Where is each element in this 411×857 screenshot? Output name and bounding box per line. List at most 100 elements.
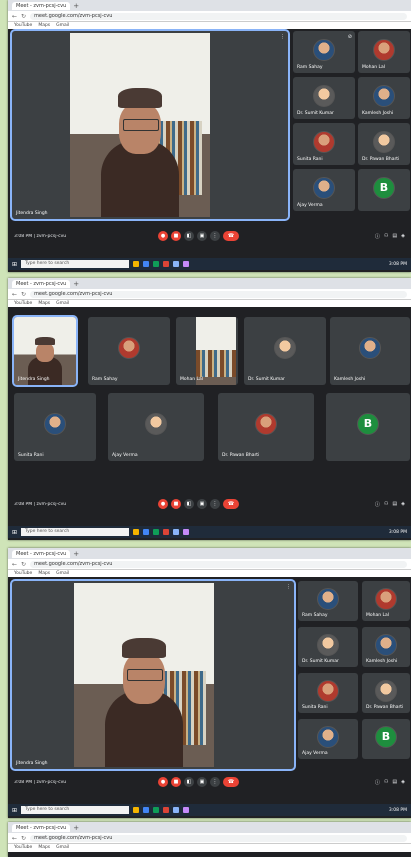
taskbar-search[interactable]: Type here to search <box>21 260 130 268</box>
activities-icon[interactable]: ◈ <box>401 501 405 508</box>
participant-tile[interactable]: Dr. Pawan Bharti <box>358 123 410 165</box>
url-field[interactable]: meet.google.com/zvm-pcsj-cvu <box>30 12 407 20</box>
participant-tile[interactable]: B <box>362 719 410 759</box>
bookmark-youtube[interactable]: YouTube <box>14 844 32 852</box>
chat-icon[interactable]: ▤ <box>392 501 397 508</box>
pin-icon[interactable]: ⋮ <box>280 34 285 40</box>
windows-icon[interactable]: ⊞ <box>12 807 17 814</box>
windows-icon[interactable]: ⊞ <box>12 529 17 536</box>
file-explorer-icon[interactable] <box>133 807 140 813</box>
reload-icon[interactable]: ↻ <box>21 835 26 842</box>
info-icon[interactable]: ⓘ <box>375 779 380 786</box>
edge-icon[interactable] <box>143 261 150 267</box>
present-icon[interactable]: ▣ <box>197 499 207 509</box>
participant-tile[interactable]: Ram Sahay ⊘ <box>293 31 355 73</box>
leave-call-icon[interactable]: ☎ <box>223 777 239 787</box>
participant-tile[interactable]: Dr. Sumit Kumar <box>244 317 326 385</box>
reload-icon[interactable]: ↻ <box>21 291 26 298</box>
back-icon[interactable]: ← <box>12 835 17 842</box>
back-icon[interactable]: ← <box>12 291 17 298</box>
url-field[interactable]: meet.google.com/zvm-pcsj-cvu <box>30 290 407 298</box>
present-icon[interactable]: ▣ <box>197 231 207 241</box>
back-icon[interactable]: ← <box>12 13 17 20</box>
participant-tile[interactable]: Mohan Lal <box>362 581 410 621</box>
leave-call-icon[interactable]: ☎ <box>223 499 239 509</box>
participant-tile[interactable]: Mohan Lal <box>358 31 410 73</box>
chat-icon[interactable]: ▤ <box>392 233 397 240</box>
edge-icon[interactable] <box>143 529 150 535</box>
windows-icon[interactable]: ⊞ <box>12 261 17 268</box>
mail-icon[interactable] <box>163 529 170 535</box>
url-field[interactable]: meet.google.com/zvm-pcsj-cvu <box>30 560 407 568</box>
people-icon[interactable]: ⚇ <box>384 233 388 240</box>
app-icon[interactable] <box>183 261 190 267</box>
reload-icon[interactable]: ↻ <box>21 561 26 568</box>
file-explorer-icon[interactable] <box>133 261 140 267</box>
store-icon[interactable] <box>173 807 180 813</box>
participant-tile[interactable]: Sunita Rani <box>298 673 358 713</box>
mail-icon[interactable] <box>163 807 170 813</box>
participant-tile[interactable]: Dr. Sumit Kumar <box>298 627 358 667</box>
captions-icon[interactable]: ◧ <box>184 777 194 787</box>
pin-icon[interactable]: ⋮ <box>286 584 291 590</box>
browser-tab[interactable]: Meet - zvm-pcsj-cvu <box>12 1 71 10</box>
file-explorer-icon[interactable] <box>133 529 140 535</box>
participant-tile[interactable]: Kamlesh Joshi <box>358 77 410 119</box>
people-icon[interactable]: ⚇ <box>384 779 388 786</box>
chrome-icon[interactable] <box>153 261 160 267</box>
store-icon[interactable] <box>173 261 180 267</box>
taskbar-search[interactable]: Type here to search <box>21 806 130 814</box>
main-speaker-tile[interactable]: Jitendra Singh ⋮ <box>10 29 290 221</box>
chat-icon[interactable]: ▤ <box>392 779 397 786</box>
info-icon[interactable]: ⓘ <box>375 233 380 240</box>
main-speaker-tile[interactable]: Jitendra Singh ⋮ <box>10 579 296 771</box>
taskbar-search[interactable]: Type here to search <box>21 528 130 536</box>
new-tab-icon[interactable]: + <box>73 2 79 10</box>
participant-tile[interactable]: Kamlesh Joshi <box>362 627 410 667</box>
participant-tile[interactable]: Ajay Verma <box>108 393 204 461</box>
participant-tile[interactable]: Dr. Sumit Kumar <box>293 77 355 119</box>
participant-tile[interactable]: Sunita Rani <box>14 393 96 461</box>
participant-tile[interactable]: B <box>326 393 410 461</box>
present-icon[interactable]: ▣ <box>197 777 207 787</box>
back-icon[interactable]: ← <box>12 561 17 568</box>
chrome-icon[interactable] <box>153 807 160 813</box>
mic-icon[interactable]: ● <box>158 777 168 787</box>
participant-tile[interactable]: Ram Sahay <box>298 581 358 621</box>
participant-tile[interactable]: Kamlesh Joshi <box>330 317 410 385</box>
app-icon[interactable] <box>183 529 190 535</box>
participant-tile[interactable]: Jitendra Singh <box>12 315 78 387</box>
cam-icon[interactable]: ■ <box>171 777 181 787</box>
participant-tile[interactable]: Ajay Verma <box>293 169 355 211</box>
new-tab-icon[interactable]: + <box>73 824 79 832</box>
participant-tile[interactable]: Dr. Pawan Bharti <box>218 393 314 461</box>
new-tab-icon[interactable]: + <box>73 280 79 288</box>
people-icon[interactable]: ⚇ <box>384 501 388 508</box>
more-icon[interactable]: ⋮ <box>210 499 220 509</box>
activities-icon[interactable]: ◈ <box>401 779 405 786</box>
participant-tile[interactable]: Ram Sahay <box>88 317 170 385</box>
browser-tab[interactable]: Meet - zvm-pcsj-cvu <box>12 823 71 832</box>
store-icon[interactable] <box>173 529 180 535</box>
more-icon[interactable]: ⋮ <box>210 231 220 241</box>
bookmark-maps[interactable]: Maps <box>38 844 50 852</box>
more-icon[interactable]: ⋮ <box>210 777 220 787</box>
new-tab-icon[interactable]: + <box>73 550 79 558</box>
browser-tab[interactable]: Meet - zvm-pcsj-cvu <box>12 549 71 558</box>
mail-icon[interactable] <box>163 261 170 267</box>
leave-call-icon[interactable]: ☎ <box>223 231 239 241</box>
bookmark-gmail[interactable]: Gmail <box>56 844 69 852</box>
participant-tile[interactable]: Dr. Pawan Bharti <box>362 673 410 713</box>
chrome-icon[interactable] <box>153 529 160 535</box>
app-icon[interactable] <box>183 807 190 813</box>
info-icon[interactable]: ⓘ <box>375 501 380 508</box>
mic-icon[interactable]: ● <box>158 499 168 509</box>
participant-tile[interactable]: B <box>358 169 410 211</box>
reload-icon[interactable]: ↻ <box>21 13 26 20</box>
edge-icon[interactable] <box>143 807 150 813</box>
url-field[interactable]: meet.google.com/zvm-pcsj-cvu <box>30 834 407 842</box>
captions-icon[interactable]: ◧ <box>184 499 194 509</box>
participant-tile[interactable]: Sunita Rani <box>293 123 355 165</box>
browser-tab[interactable]: Meet - zvm-pcsj-cvu <box>12 279 71 288</box>
captions-icon[interactable]: ◧ <box>184 231 194 241</box>
